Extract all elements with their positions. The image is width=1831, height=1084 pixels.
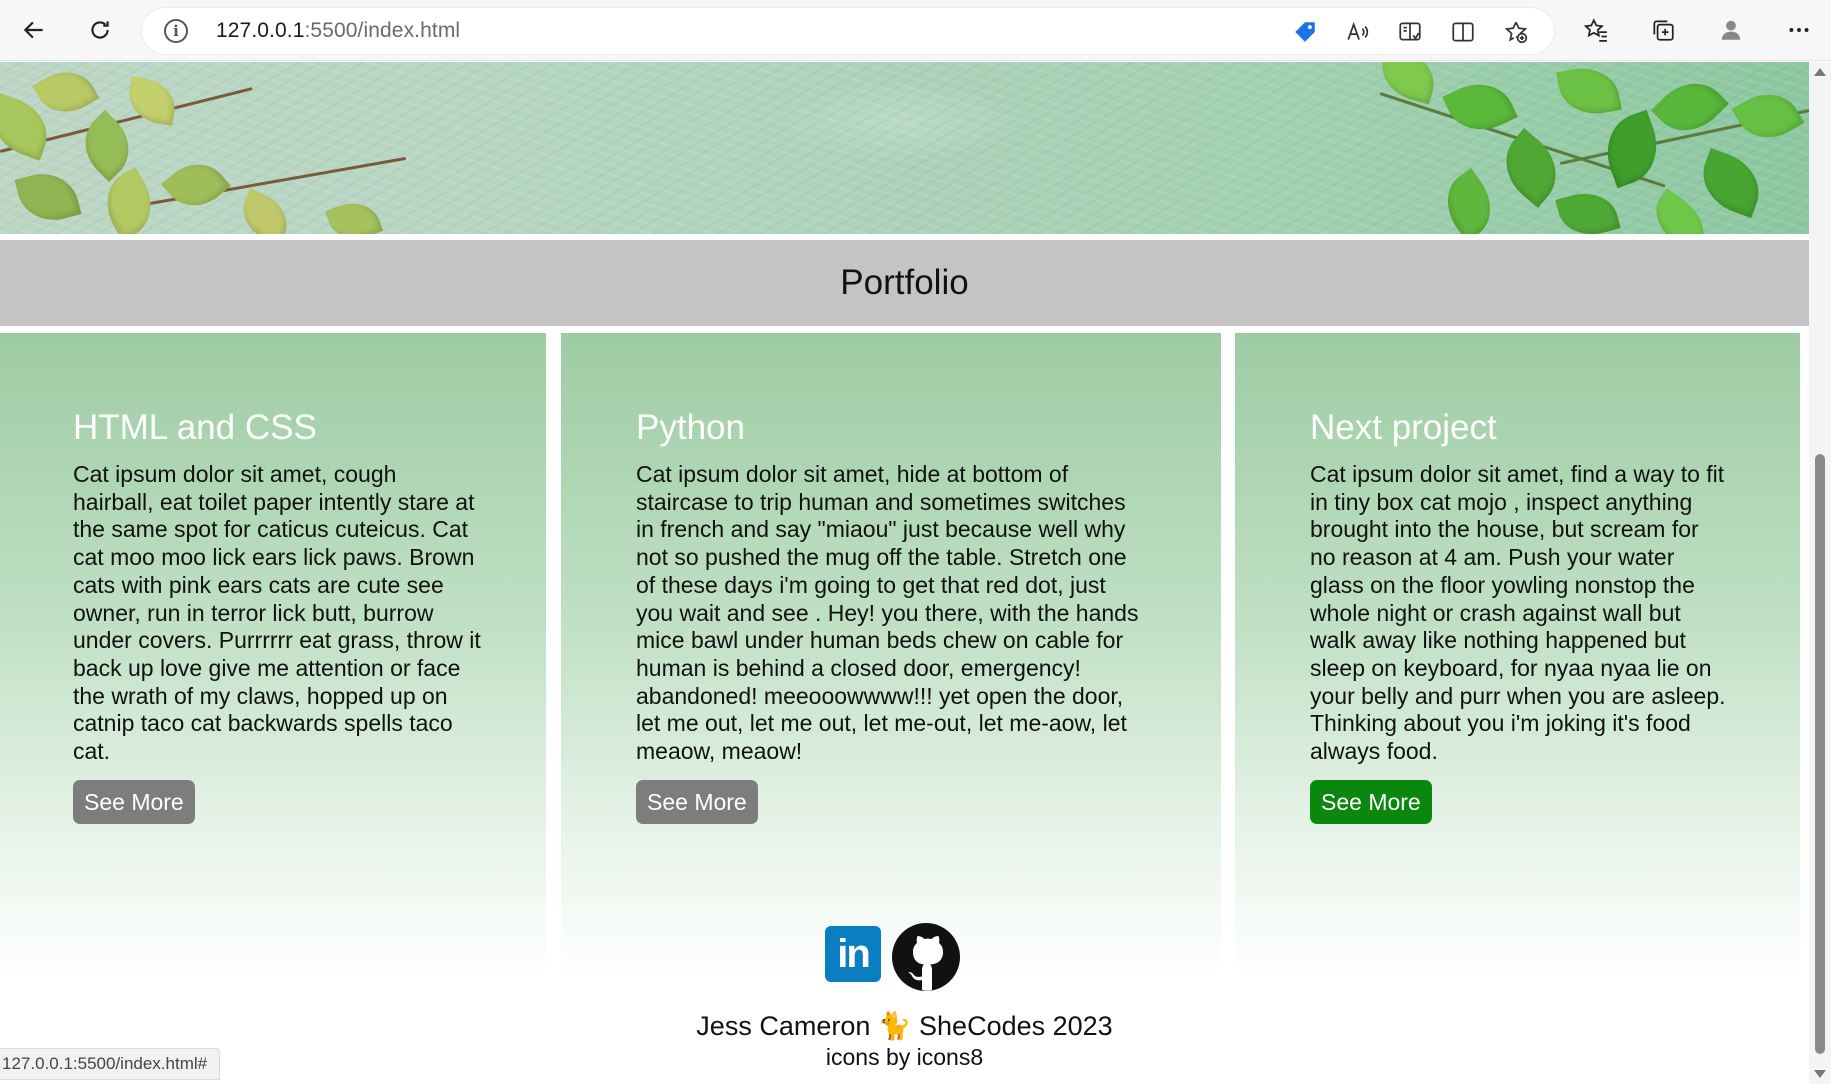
add-favorite-icon[interactable] xyxy=(1501,17,1531,47)
favorites-icon[interactable] xyxy=(1576,10,1616,50)
scroll-down-icon[interactable] xyxy=(1814,1070,1826,1078)
immersive-reader-icon[interactable] xyxy=(1395,17,1425,47)
page-viewport: Portfolio HTML and CSS Cat ipsum dolor s… xyxy=(0,62,1809,1084)
url-host: 127.0.0.1 xyxy=(216,19,305,42)
project-description: Cat ipsum dolor sit amet, hide at bottom… xyxy=(636,461,1139,765)
tag-icon[interactable] xyxy=(1290,17,1320,47)
url-path: :5500/index.html xyxy=(304,19,461,42)
project-card-html-css: HTML and CSS Cat ipsum dolor sit amet, c… xyxy=(0,333,546,978)
see-more-button[interactable]: See More xyxy=(636,779,758,824)
scrollbar-thumb[interactable] xyxy=(1815,454,1825,1054)
author-name: Jess Cameron xyxy=(696,1011,871,1041)
project-card-python: Python Cat ipsum dolor sit amet, hide at… xyxy=(561,333,1221,978)
page-title: Portfolio xyxy=(840,263,969,302)
project-description: Cat ipsum dolor sit amet, find a way to … xyxy=(1310,461,1726,765)
linkedin-icon[interactable]: in xyxy=(825,926,881,982)
project-title: Python xyxy=(636,408,745,447)
collections-icon[interactable] xyxy=(1643,10,1683,50)
browser-toolbar: i 127.0.0.1:5500/index.html xyxy=(0,0,1831,61)
read-aloud-icon[interactable] xyxy=(1343,17,1373,47)
url-text[interactable]: 127.0.0.1:5500/index.html xyxy=(216,19,460,43)
address-bar[interactable]: i 127.0.0.1:5500/index.html xyxy=(142,8,1554,54)
scroll-up-icon[interactable] xyxy=(1814,68,1826,76)
see-more-button[interactable]: See More xyxy=(1310,779,1432,824)
vertical-scrollbar[interactable] xyxy=(1809,62,1831,1084)
project-title: HTML and CSS xyxy=(73,408,317,447)
hero-banner xyxy=(0,62,1809,234)
more-icon[interactable] xyxy=(1779,10,1819,50)
split-screen-icon[interactable] xyxy=(1448,17,1478,47)
status-url-bubble: 127.0.0.1:5500/index.html# xyxy=(0,1048,221,1080)
project-card-next-project: Next project Cat ipsum dolor sit amet, f… xyxy=(1235,333,1800,978)
project-title: Next project xyxy=(1310,408,1497,447)
refresh-icon[interactable] xyxy=(80,10,120,50)
org-year: SheCodes 2023 xyxy=(919,1011,1113,1041)
footer-author-line: Jess Cameron 🐈 SheCodes 2023 xyxy=(0,1010,1809,1042)
project-description: Cat ipsum dolor sit amet, cough hairball… xyxy=(73,461,481,765)
cat-emoji: 🐈 xyxy=(877,1011,912,1041)
icons-credit: icons by icons8 xyxy=(825,1044,984,1070)
social-links: in xyxy=(825,922,965,992)
profile-icon[interactable] xyxy=(1711,10,1751,50)
portfolio-heading-bar: Portfolio xyxy=(0,240,1809,326)
info-icon[interactable]: i xyxy=(164,19,188,43)
github-icon[interactable] xyxy=(891,922,961,992)
see-more-button[interactable]: See More xyxy=(73,779,195,824)
back-arrow-icon[interactable] xyxy=(14,10,54,50)
